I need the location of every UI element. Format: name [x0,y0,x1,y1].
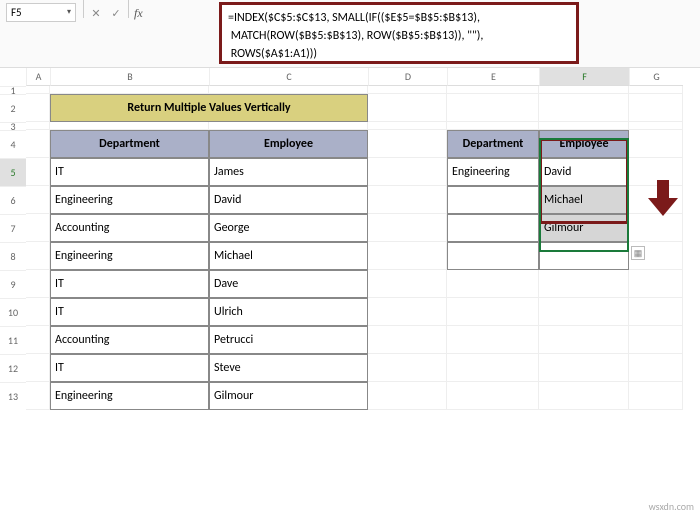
table-row[interactable]: IT [50,270,209,298]
lookup-cell[interactable]: Engineering [447,158,539,186]
worksheet-grid[interactable]: Return Multiple Values Vertically Depart… [26,86,683,410]
formula-cancel-icon[interactable]: ✕ [87,5,105,23]
col-hdr-A[interactable]: A [26,68,50,86]
row-hdr-11[interactable]: 11 [0,326,26,354]
table-row[interactable]: Michael [209,242,368,270]
table-row[interactable]: Dave [209,270,368,298]
col-hdr-D[interactable]: D [368,68,447,86]
table-row[interactable]: IT [50,354,209,382]
table-row[interactable]: David [209,186,368,214]
row-hdr-2[interactable]: 2 [0,94,26,122]
lookup-cell-empty[interactable] [447,186,539,214]
lookup-cell-empty[interactable] [447,242,539,270]
lookup-cell-empty[interactable] [447,214,539,242]
row-hdr-7[interactable]: 7 [0,214,26,242]
col-hdr-C[interactable]: C [209,68,368,86]
left-hdr-emp: Employee [209,130,368,158]
table-row[interactable]: IT [50,298,209,326]
row-hdr-4[interactable]: 4 [0,130,26,158]
row-hdr-5[interactable]: 5 [0,158,26,186]
formula-line-3: ROWS($A$1:A1))) [228,45,570,63]
name-box-value: F5 [11,6,22,19]
table-row[interactable]: Accounting [50,214,209,242]
table-row[interactable]: Petrucci [209,326,368,354]
row-hdr-13[interactable]: 13 [0,382,26,410]
row-hdr-10[interactable]: 10 [0,298,26,326]
table-row[interactable]: Engineering [50,186,209,214]
watermark: wsxdn.com [649,500,694,513]
table-row[interactable]: George [209,214,368,242]
formula-line-2: MATCH(ROW($B$5:$B$13), ROW($B$5:$B$13)),… [228,27,570,45]
row-hdr-3[interactable]: 3 [0,122,26,130]
result-cell[interactable]: David [539,158,629,186]
name-box[interactable]: F5 ▾ [6,3,76,22]
row-hdr-8[interactable]: 8 [0,242,26,270]
row-hdr-12[interactable]: 12 [0,354,26,382]
table-row[interactable]: Accounting [50,326,209,354]
table-row[interactable]: James [209,158,368,186]
arrow-down-icon [648,180,678,216]
column-headers[interactable]: A B C D E F G [26,68,683,86]
formula-line-1: =INDEX($C$5:$C$13, SMALL(IF(($E$5=$B$5:$… [228,9,570,27]
right-hdr-dept: Department [447,130,539,158]
title-cell: Return Multiple Values Vertically [50,94,368,122]
result-cell[interactable]: Michael [539,186,629,214]
result-cell[interactable] [539,242,629,270]
table-row[interactable]: Engineering [50,382,209,410]
chevron-down-icon[interactable]: ▾ [67,7,71,17]
col-hdr-E[interactable]: E [447,68,539,86]
formula-bar[interactable]: =INDEX($C$5:$C$13, SMALL(IF(($E$5=$B$5:$… [219,2,579,64]
result-cell[interactable]: Gilmour [539,214,629,242]
table-row[interactable]: Gilmour [209,382,368,410]
row-hdr-1[interactable]: 1 [0,86,26,94]
row-hdr-6[interactable]: 6 [0,186,26,214]
right-hdr-emp: Employee [539,130,629,158]
formula-confirm-icon[interactable]: ✓ [107,5,125,23]
autofill-options-icon[interactable]: ▦ [631,246,645,260]
col-hdr-F[interactable]: F [539,68,629,86]
table-row[interactable]: IT [50,158,209,186]
table-row[interactable]: Steve [209,354,368,382]
col-hdr-B[interactable]: B [50,68,209,86]
table-row[interactable]: Engineering [50,242,209,270]
fx-icon[interactable]: fx [134,4,143,23]
row-headers[interactable]: 1 2 3 4 5 6 7 8 9 10 11 12 13 [0,86,26,410]
col-hdr-G[interactable]: G [629,68,683,86]
table-row[interactable]: Ulrich [209,298,368,326]
row-hdr-9[interactable]: 9 [0,270,26,298]
left-hdr-dept: Department [50,130,209,158]
